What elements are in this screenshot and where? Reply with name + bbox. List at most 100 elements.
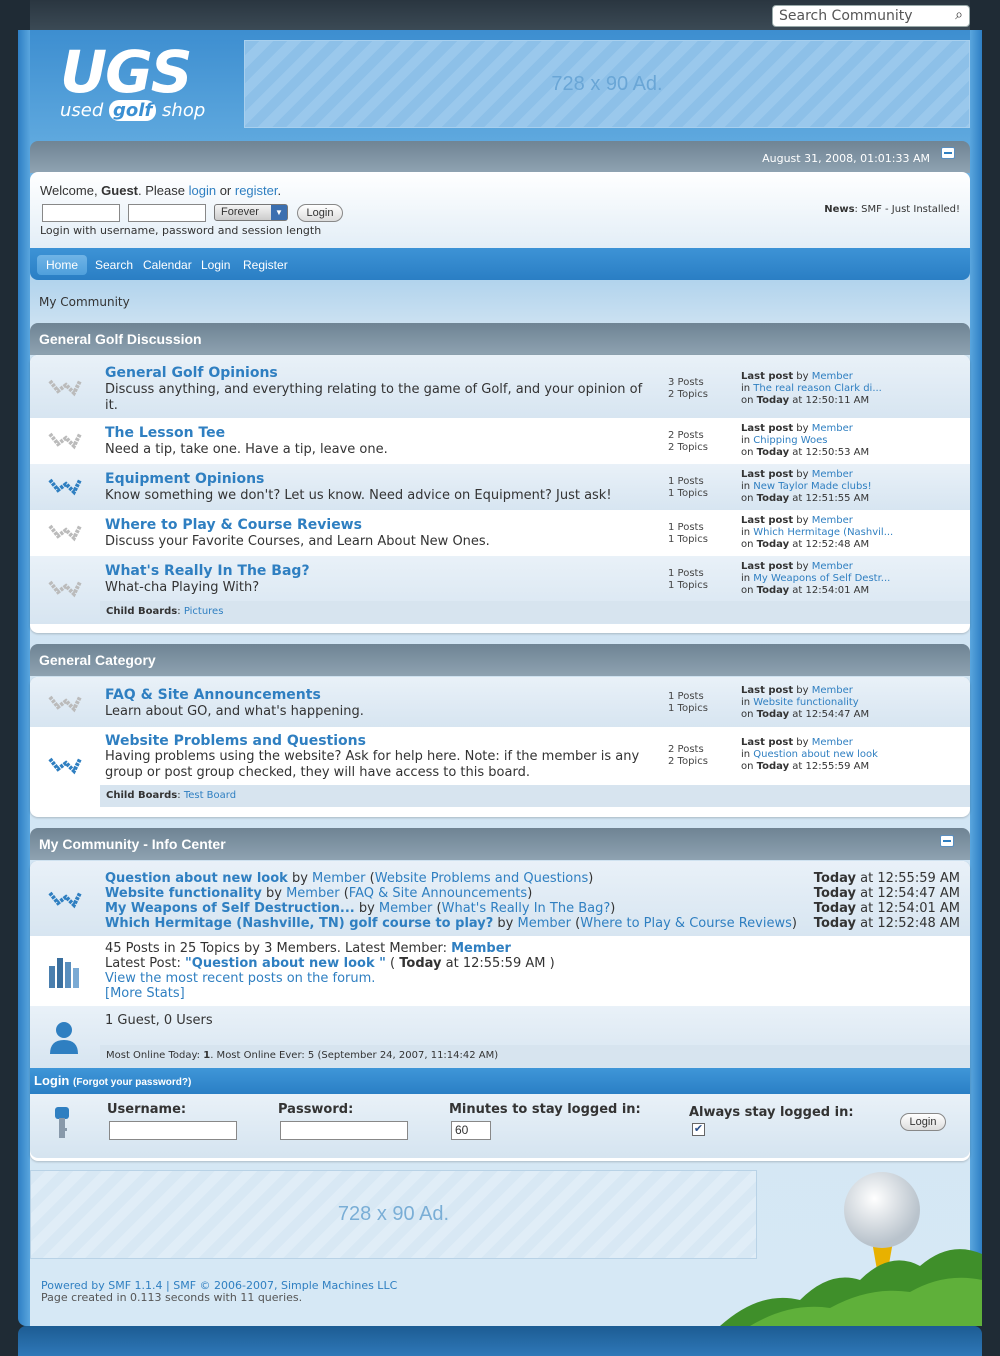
- board-description: Learn about GO, and what's happening.: [105, 704, 364, 719]
- recent-board[interactable]: Website Problems and Questions: [375, 871, 589, 886]
- board-title[interactable]: FAQ & Site Announcements: [105, 687, 321, 703]
- last-post-topic[interactable]: Chipping Woes: [753, 435, 827, 446]
- last-post-author[interactable]: Member: [812, 685, 853, 696]
- recent-member[interactable]: Member: [312, 871, 365, 886]
- board-last-post: Last post by Member in Chipping Woes on To…: [741, 423, 870, 458]
- last-post-topic[interactable]: New Taylor Made clubs!: [753, 481, 871, 492]
- board-icon: [48, 432, 82, 450]
- recent-topic[interactable]: Question about new look: [105, 871, 288, 886]
- board-row: FAQ & Site Announcements Learn about GO,…: [30, 677, 970, 727]
- current-date: August 31, 2008, 01:01:33 AM: [762, 152, 930, 165]
- recent-topic[interactable]: Which Hermitage (Nashville, TN) golf cou…: [105, 916, 493, 931]
- info-center-header[interactable]: My Community - Info Center: [30, 828, 970, 860]
- board-description: Having problems using the website? Ask f…: [105, 749, 640, 780]
- nav-search[interactable]: Search: [91, 255, 137, 275]
- latest-member-link[interactable]: Member: [451, 941, 511, 956]
- users-online-text: 1 Guest, 0 Users: [105, 1013, 213, 1028]
- last-post-topic[interactable]: My Weapons of Self Destr...: [753, 573, 890, 584]
- username-input[interactable]: [109, 1121, 237, 1140]
- main-nav: Home Search Calendar Login Register: [30, 248, 970, 280]
- board-description: Discuss your Favorite Courses, and Learn…: [105, 534, 490, 549]
- last-post-topic[interactable]: The real reason Clark di...: [753, 383, 882, 394]
- category-header[interactable]: General Category: [30, 644, 970, 676]
- collapse-icon[interactable]: [940, 835, 954, 847]
- quick-username-input[interactable]: [42, 204, 120, 222]
- recent-posts-icon: [48, 891, 82, 909]
- user-panel: Welcome, Guest. Please login or register…: [30, 172, 970, 248]
- login-button[interactable]: Login: [900, 1113, 946, 1131]
- child-board-link[interactable]: Pictures: [184, 606, 224, 617]
- password-input[interactable]: [280, 1121, 408, 1140]
- board-description: What-cha Playing With?: [105, 580, 260, 595]
- forum-stats: 45 Posts in 25 Topics by 3 Members. Late…: [105, 941, 555, 1001]
- breadcrumb[interactable]: My Community: [39, 295, 130, 309]
- news-text: News: SMF - Just Installed!: [824, 204, 960, 215]
- top-bar: Search Community ⌕: [30, 0, 970, 30]
- nav-login[interactable]: Login: [197, 255, 234, 275]
- category-body: General Golf Opinions Discuss anything, …: [30, 355, 970, 633]
- board-stats: 2 Posts 2 Topics: [668, 430, 708, 453]
- recent-topic[interactable]: My Weapons of Self Destruction...: [105, 901, 355, 916]
- nav-home[interactable]: Home: [37, 255, 88, 275]
- ad-banner-top[interactable]: 728 x 90 Ad.: [244, 40, 970, 128]
- board-title[interactable]: Where to Play & Course Reviews: [105, 517, 362, 533]
- last-post-author[interactable]: Member: [812, 371, 853, 382]
- category-header[interactable]: General Golf Discussion: [30, 323, 970, 355]
- last-post-author[interactable]: Member: [812, 469, 853, 480]
- nav-register[interactable]: Register: [239, 255, 292, 275]
- search-input[interactable]: Search Community ⌕: [772, 5, 970, 27]
- board-title[interactable]: The Lesson Tee: [105, 425, 225, 441]
- login-link[interactable]: login: [189, 183, 216, 198]
- recent-board[interactable]: What's Really In The Bag?: [442, 901, 611, 916]
- users-online-icon: [50, 1022, 78, 1054]
- board-icon: [48, 695, 82, 713]
- latest-post-link[interactable]: "Question about new look ": [185, 956, 386, 971]
- board-title[interactable]: Website Problems and Questions: [105, 733, 366, 749]
- last-post-author[interactable]: Member: [812, 561, 853, 572]
- session-length-select[interactable]: Forever ▼: [214, 204, 288, 221]
- last-post-author[interactable]: Member: [812, 737, 853, 748]
- quick-password-input[interactable]: [128, 204, 206, 222]
- ad-banner-bottom[interactable]: 728 x 90 Ad.: [30, 1170, 757, 1259]
- last-post-topic[interactable]: Which Hermitage (Nashvil...: [753, 527, 893, 538]
- search-icon[interactable]: ⌕: [955, 7, 963, 23]
- child-board-link[interactable]: Test Board: [184, 790, 236, 801]
- last-post-topic[interactable]: Website functionality: [753, 697, 858, 708]
- login-hint: Login with username, password and sessio…: [40, 224, 322, 237]
- login-form: Username: Password: Minutes to stay logg…: [30, 1094, 970, 1158]
- board-stats: 1 Posts 1 Topics: [668, 691, 708, 714]
- chevron-down-icon: ▼: [271, 205, 287, 220]
- recent-board[interactable]: Where to Play & Course Reviews: [580, 916, 792, 931]
- board-last-post: Last post by Member in New Taylor Made cl…: [741, 469, 872, 504]
- board-stats: 1 Posts 1 Topics: [668, 476, 708, 499]
- collapse-icon[interactable]: [941, 147, 955, 159]
- quick-login-button[interactable]: Login: [297, 204, 343, 222]
- nav-calendar[interactable]: Calendar: [139, 255, 196, 275]
- last-post-topic[interactable]: Question about new look: [753, 749, 878, 760]
- more-stats-link[interactable]: [More Stats]: [105, 986, 185, 1001]
- board-icon: [48, 580, 82, 598]
- username-label: Username:: [107, 1102, 187, 1117]
- register-link[interactable]: register: [235, 183, 278, 198]
- last-post-author[interactable]: Member: [812, 423, 853, 434]
- board-icon: [48, 379, 82, 397]
- always-logged-checkbox[interactable]: ✔: [692, 1123, 705, 1136]
- board-last-post: Last post by Member in My Weapons of Self…: [741, 561, 891, 596]
- always-logged-label: Always stay logged in:: [689, 1105, 854, 1120]
- forgot-password-link[interactable]: (Forgot your password?): [73, 1077, 191, 1088]
- board-last-post: Last post by Member in Which Hermitage (N…: [741, 515, 894, 550]
- recent-topic[interactable]: Website functionality: [105, 886, 262, 901]
- board-title[interactable]: Equipment Opinions: [105, 471, 264, 487]
- recent-times: Today at 12:55:59 AM Today at 12:54:47 A…: [813, 871, 960, 931]
- board-title[interactable]: What's Really In The Bag?: [105, 563, 310, 579]
- recent-posts-link[interactable]: View the most recent posts on the forum.: [105, 971, 375, 986]
- recent-member[interactable]: Member: [518, 916, 571, 931]
- recent-board[interactable]: FAQ & Site Announcements: [349, 886, 527, 901]
- last-post-author[interactable]: Member: [812, 515, 853, 526]
- board-title[interactable]: General Golf Opinions: [105, 365, 278, 381]
- recent-member[interactable]: Member: [286, 886, 339, 901]
- board-icon: [48, 524, 82, 542]
- minutes-input[interactable]: 60: [451, 1121, 491, 1140]
- recent-member[interactable]: Member: [379, 901, 432, 916]
- site-logo[interactable]: UGS used golf shop: [60, 42, 220, 132]
